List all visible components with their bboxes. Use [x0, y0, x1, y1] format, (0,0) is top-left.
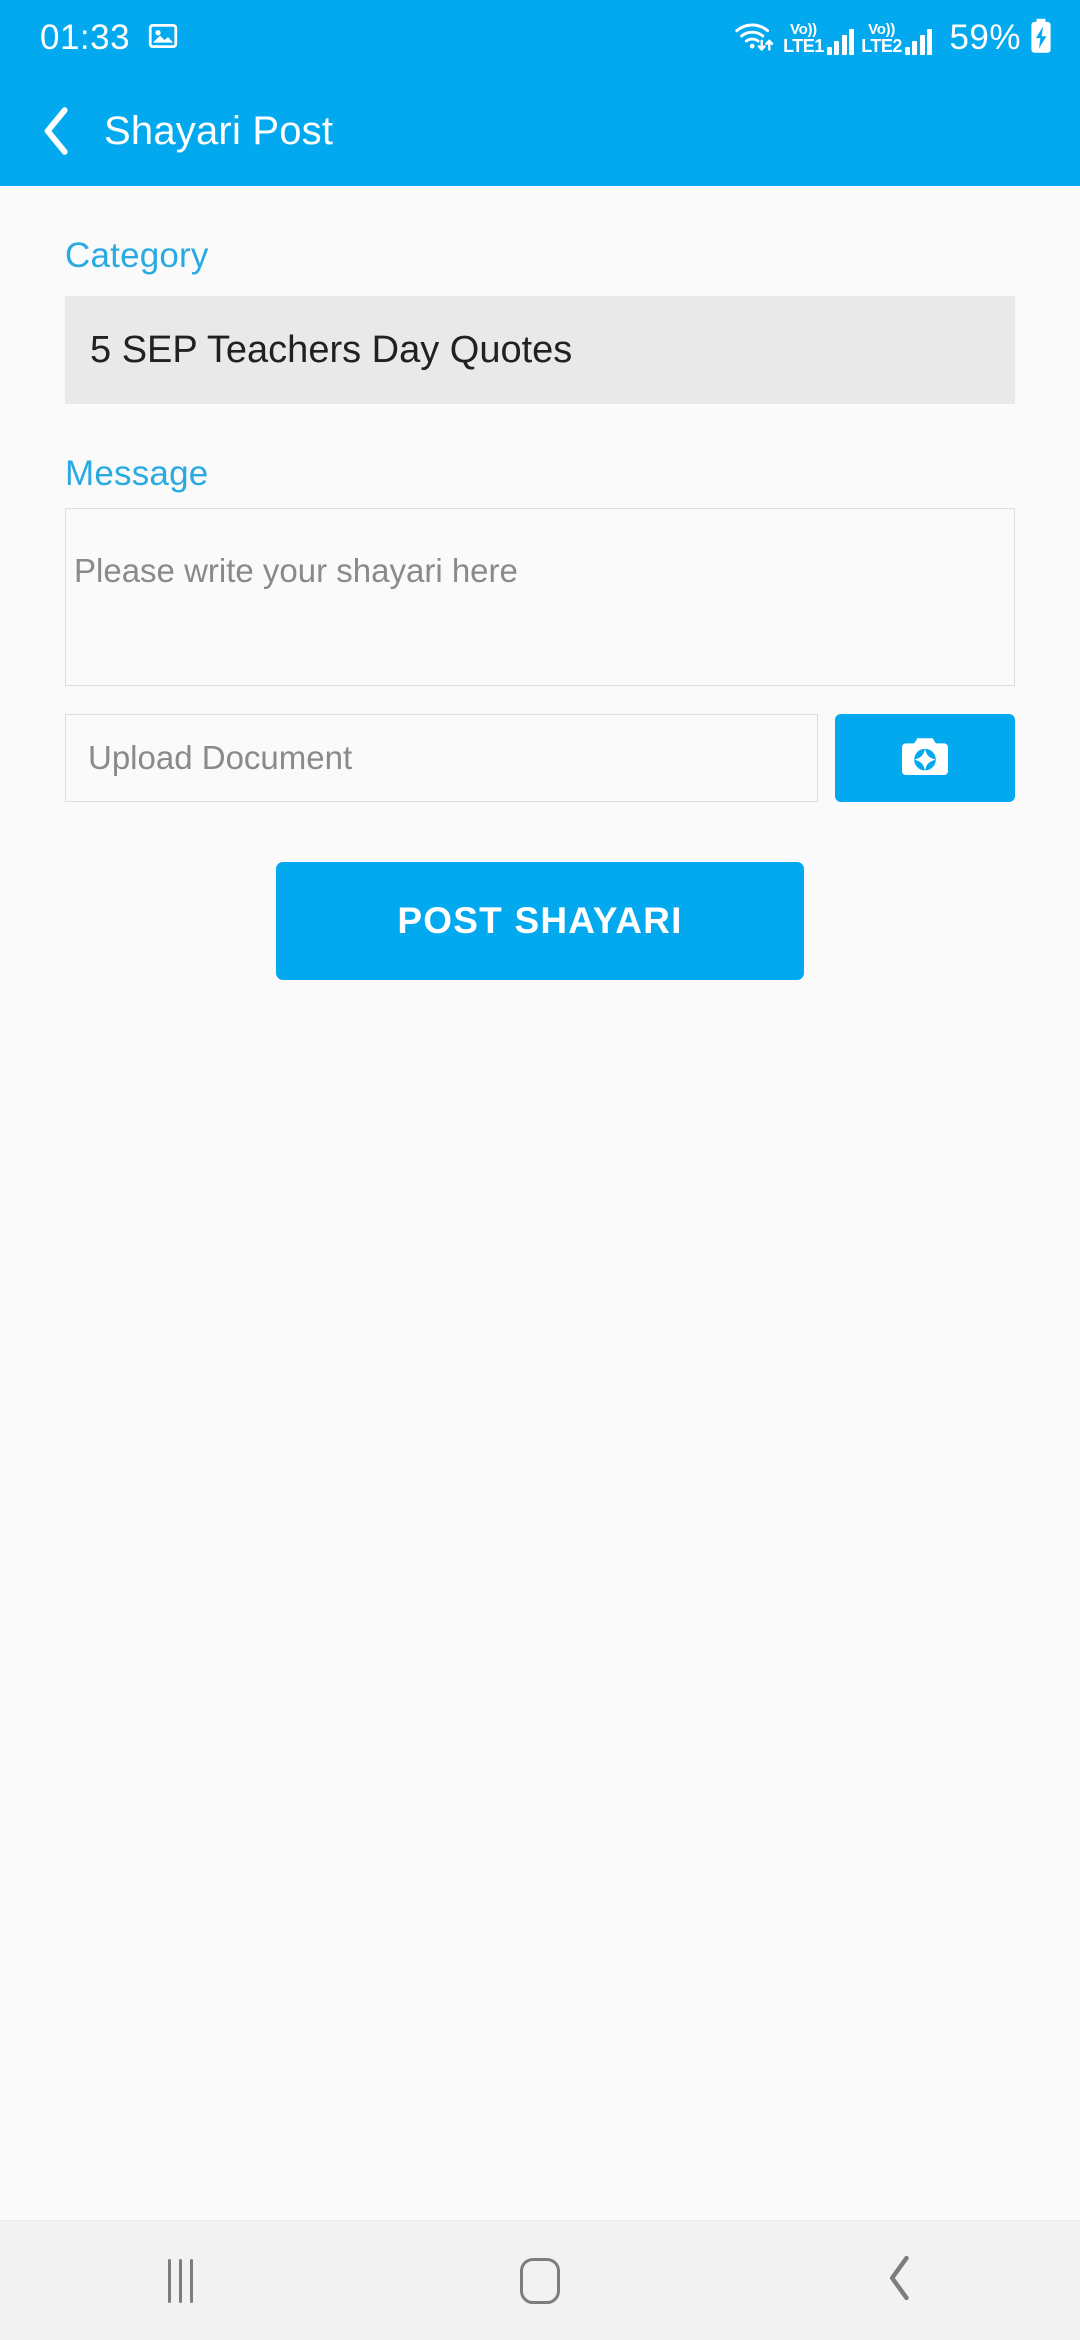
sim1-volte-label: Vo)) LTE1 [783, 22, 824, 55]
form-content: Category 5 SEP Teachers Day Quotes Messa… [0, 186, 1080, 2220]
recents-icon [167, 2258, 193, 2303]
chevron-left-icon[interactable] [40, 105, 74, 157]
sim1-lte-text: LTE1 [783, 35, 824, 56]
battery-charging-icon [1028, 18, 1054, 59]
camera-icon [899, 735, 951, 782]
battery-percent-text: 59% [949, 18, 1021, 57]
category-select[interactable]: 5 SEP Teachers Day Quotes [65, 296, 1015, 404]
back-chevron-icon [886, 2254, 914, 2307]
message-placeholder: Please write your shayari here [74, 552, 518, 589]
wifi-data-icon [734, 19, 776, 58]
category-label: Category [65, 236, 209, 275]
status-bar-left: 01:33 [40, 18, 178, 58]
sim2-volte-label: Vo)) LTE2 [861, 22, 902, 55]
nav-home-button[interactable] [450, 2221, 630, 2340]
home-icon [520, 2257, 560, 2304]
camera-button[interactable] [835, 714, 1015, 802]
message-label: Message [65, 454, 209, 493]
android-nav-bar [0, 2220, 1080, 2340]
page-title: Shayari Post [104, 108, 334, 153]
nav-recents-button[interactable] [90, 2221, 270, 2340]
app-toolbar: Shayari Post [0, 76, 1080, 186]
sim1-vo-text: Vo)) [790, 20, 817, 38]
status-clock: 01:33 [40, 18, 131, 57]
sim1-signal-bars-icon [826, 28, 855, 55]
sim2-status: Vo)) LTE2 [861, 22, 933, 55]
nav-back-button[interactable] [810, 2221, 990, 2340]
post-shayari-button[interactable]: POST SHAYARI [276, 862, 804, 980]
category-value: 5 SEP Teachers Day Quotes [90, 328, 573, 371]
status-bar: 01:33 Vo)) LTE1 Vo)) LTE2 59% [0, 0, 1080, 76]
sim2-lte-text: LTE2 [861, 35, 902, 56]
upload-document-placeholder: Upload Document [88, 739, 353, 776]
sim1-status: Vo)) LTE1 [783, 22, 855, 55]
upload-document-input[interactable]: Upload Document [65, 714, 818, 802]
message-input[interactable]: Please write your shayari here [65, 508, 1015, 686]
upload-row: Upload Document [65, 714, 1015, 802]
status-bar-right: Vo)) LTE1 Vo)) LTE2 59% [734, 18, 1054, 59]
sim2-signal-bars-icon [904, 28, 933, 55]
submit-row: POST SHAYARI [65, 862, 1015, 980]
message-field-wrap: Please write your shayari here [65, 508, 1015, 686]
image-icon [148, 21, 178, 56]
phone-screen: 01:33 Vo)) LTE1 Vo)) LTE2 59% Shayari Po… [0, 0, 1080, 2340]
sim2-vo-text: Vo)) [868, 20, 896, 38]
